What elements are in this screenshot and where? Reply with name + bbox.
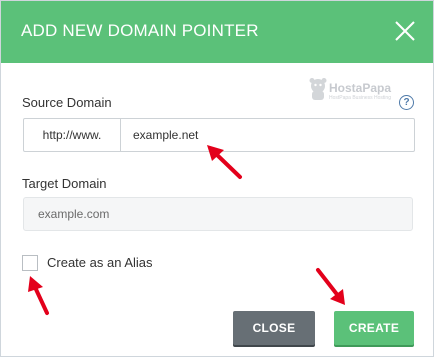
alias-checkbox-label: Create as an Alias [47, 255, 153, 270]
logo-text: HostaPapa [329, 81, 392, 95]
source-domain-input[interactable] [121, 119, 411, 151]
hostpapa-logo: HostaPapa HostPapa Business Hosting [309, 77, 391, 105]
source-domain-label: Source Domain [22, 95, 112, 110]
source-domain-prefix: http://www. [24, 119, 121, 151]
logo-tagline: HostPapa Business Hosting [329, 95, 391, 101]
create-button[interactable]: CREATE [334, 311, 414, 345]
target-domain-label: Target Domain [22, 176, 107, 191]
close-icon[interactable] [393, 19, 417, 43]
dialog-header: ADD NEW DOMAIN POINTER [1, 1, 433, 63]
dialog-title: ADD NEW DOMAIN POINTER [21, 21, 259, 40]
help-icon[interactable]: ? [399, 95, 414, 110]
alias-checkbox[interactable] [22, 255, 38, 271]
target-domain-input[interactable] [23, 197, 413, 231]
close-button[interactable]: CLOSE [233, 311, 315, 345]
source-domain-field: http://www. [23, 118, 415, 152]
add-domain-pointer-dialog: ADD NEW DOMAIN POINTER HostaPapa HostPap… [0, 0, 434, 357]
mascot-icon [309, 78, 327, 100]
